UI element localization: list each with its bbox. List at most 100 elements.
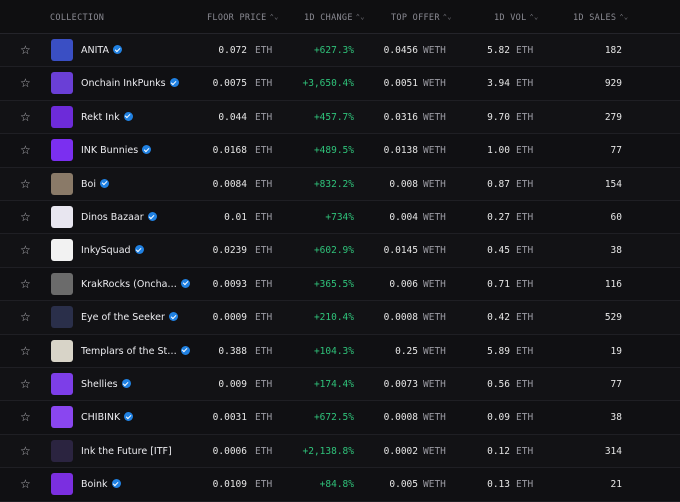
top-offer: 0.0051	[383, 78, 418, 90]
vol-1d: 1.00	[487, 145, 510, 157]
header-floor-price[interactable]: FLOOR PRICE ⌃⌄	[207, 13, 279, 23]
table-row[interactable]: ☆ Ink the Future [ITF] 0.0006 ETH +2,138.8% 0…	[0, 434, 680, 469]
star-icon[interactable]: ☆	[20, 177, 31, 191]
floor-unit: ETH	[255, 245, 273, 257]
verified-icon	[147, 212, 157, 221]
header-1d-vol[interactable]: 1D VOL ⌃⌄	[494, 13, 539, 23]
top-offer: 0.0002	[383, 445, 418, 457]
verified-icon	[180, 345, 190, 355]
star-icon[interactable]: ☆	[20, 243, 31, 257]
star-icon[interactable]: ☆	[20, 377, 31, 391]
floor-unit: ETH	[255, 45, 273, 56]
offer-unit: WETH	[423, 345, 446, 357]
vol-1d: 9.70	[487, 111, 510, 123]
star-icon[interactable]: ☆	[20, 110, 31, 124]
collection-name[interactable]: Ink the Future [ITF]	[81, 446, 172, 457]
star-icon[interactable]: ☆	[20, 76, 31, 90]
floor-unit: ETH	[255, 178, 273, 190]
vol-unit: ETH	[516, 412, 534, 424]
change-1d: +174.4%	[313, 379, 354, 390]
star-icon[interactable]: ☆	[20, 210, 31, 224]
vol-unit: ETH	[516, 45, 534, 56]
table-row[interactable]: ☆ Rekt Ink 0.044 ETH +457.7% 0.0316 WETH 9.70 ET…	[0, 100, 680, 135]
floor-price: 0.0075	[212, 78, 247, 90]
table-row[interactable]: ☆ Templars of the St… 0.388 ETH +104.3% 0.25 W…	[0, 334, 680, 368]
star-icon[interactable]: ☆	[20, 43, 31, 57]
octopus-icon	[51, 239, 73, 262]
floor-price: 0.009	[218, 379, 247, 390]
change-1d: +627.3%	[313, 45, 354, 56]
table-row[interactable]: ☆ InkySquad 0.0239 ETH +602.9% 0.0145 WETH 0.45…	[0, 234, 680, 268]
collection-name[interactable]: Boi	[81, 178, 109, 190]
offer-unit: WETH	[423, 78, 446, 90]
collection-name[interactable]: Rekt Ink	[81, 111, 133, 123]
star-icon[interactable]: ☆	[20, 310, 31, 324]
offer-unit: WETH	[423, 412, 446, 424]
collection-name[interactable]: INK Bunnies	[81, 145, 152, 156]
collection-name[interactable]: CHIBINK	[81, 412, 134, 423]
table-row[interactable]: ☆ ANITA 0.072 ETH +627.3% 0.0456 WETH 5.82 ETH 18…	[0, 34, 680, 68]
top-offer: 0.0145	[383, 245, 418, 257]
table-row[interactable]: ☆ Dinos Bazaar 0.01 ETH +734% 0.004 WETH 0.27 ET…	[0, 201, 680, 235]
star-icon[interactable]: ☆	[20, 344, 31, 358]
offer-unit: WETH	[423, 145, 446, 157]
header-top-offer[interactable]: TOP OFFER ⌃⌄	[391, 13, 452, 23]
floor-price: 0.044	[218, 111, 247, 123]
collection-name[interactable]: Onchain InkPunks	[81, 78, 179, 89]
sales-1d: 19	[610, 345, 622, 357]
vol-unit: ETH	[516, 245, 534, 257]
star-icon[interactable]: ☆	[20, 143, 31, 157]
header-collection[interactable]: COLLECTION	[50, 13, 104, 23]
top-offer: 0.0138	[383, 145, 418, 157]
collection-name[interactable]: Shellies	[81, 379, 131, 390]
chibi-icon	[51, 406, 73, 429]
table-row[interactable]: ☆ Boink 0.0109 ETH +84.8% 0.005 WETH 0.13 ETH 21	[0, 468, 680, 502]
floor-unit: ETH	[255, 412, 273, 424]
offer-unit: WETH	[423, 445, 446, 457]
sales-1d: 21	[610, 479, 622, 491]
header-1d-change[interactable]: 1D CHANGE ⌃⌄	[304, 13, 365, 23]
sort-icon: ⌃⌄	[619, 13, 629, 21]
vol-1d: 0.45	[487, 245, 510, 257]
star-icon[interactable]: ☆	[20, 444, 31, 458]
floor-price: 0.0109	[212, 479, 247, 491]
header-1d-sales[interactable]: 1D SALES ⌃⌄	[573, 13, 628, 23]
vol-unit: ETH	[516, 78, 534, 90]
collection-name[interactable]: ANITA	[81, 45, 122, 56]
collection-name[interactable]: KrakRocks (Oncha…	[81, 278, 190, 290]
table-row[interactable]: ☆ INK Bunnies 0.0168 ETH +489.5% 0.0138 WETH 1.…	[0, 134, 680, 168]
vol-1d: 0.87	[487, 178, 510, 190]
star-icon[interactable]: ☆	[20, 477, 31, 491]
floor-unit: ETH	[255, 479, 273, 491]
templar-icon	[51, 339, 73, 362]
collection-name[interactable]: InkySquad	[81, 245, 144, 256]
table-row[interactable]: ☆ KrakRocks (Oncha… 0.0093 ETH +365.5% 0.006 W…	[0, 267, 680, 302]
offer-unit: WETH	[423, 111, 446, 123]
vol-unit: ETH	[516, 312, 534, 324]
vol-unit: ETH	[516, 445, 534, 457]
table-row[interactable]: ☆ CHIBINK 0.0031 ETH +672.5% 0.0008 WETH 0.09 ET…	[0, 401, 680, 435]
verified-icon	[180, 278, 190, 288]
collection-name[interactable]: Dinos Bazaar	[81, 212, 157, 223]
vol-unit: ETH	[516, 479, 534, 491]
table-header: COLLECTION FLOOR PRICE ⌃⌄ 1D CHANGE ⌃⌄ TOP…	[0, 0, 680, 34]
table-row[interactable]: ☆ Shellies 0.009 ETH +174.4% 0.0073 WETH 0.56 ET…	[0, 368, 680, 402]
collection-name[interactable]: Templars of the St…	[81, 345, 190, 357]
shell-icon	[51, 373, 73, 395]
sales-1d: 182	[604, 45, 622, 56]
sales-1d: 77	[610, 145, 622, 157]
star-icon[interactable]: ☆	[20, 277, 31, 291]
sales-1d: 154	[604, 178, 622, 190]
table-row[interactable]: ☆ Onchain InkPunks 0.0075 ETH +3,650.4% 0.005…	[0, 67, 680, 101]
table-row[interactable]: ☆ Eye of the Seeker 0.0009 ETH +210.4% 0.0008…	[0, 301, 680, 335]
collection-name[interactable]: Eye of the Seeker	[81, 312, 178, 323]
boi-icon	[51, 172, 73, 195]
floor-unit: ETH	[255, 278, 273, 290]
verified-icon	[99, 178, 109, 188]
collection-name[interactable]: Boink	[81, 479, 121, 490]
table-row[interactable]: ☆ Boi 0.0084 ETH +832.2% 0.008 WETH 0.87 ETH 154	[0, 167, 680, 201]
offer-unit: WETH	[423, 212, 446, 223]
verified-icon	[134, 245, 144, 255]
vol-1d: 5.89	[487, 345, 510, 357]
star-icon[interactable]: ☆	[20, 410, 31, 424]
